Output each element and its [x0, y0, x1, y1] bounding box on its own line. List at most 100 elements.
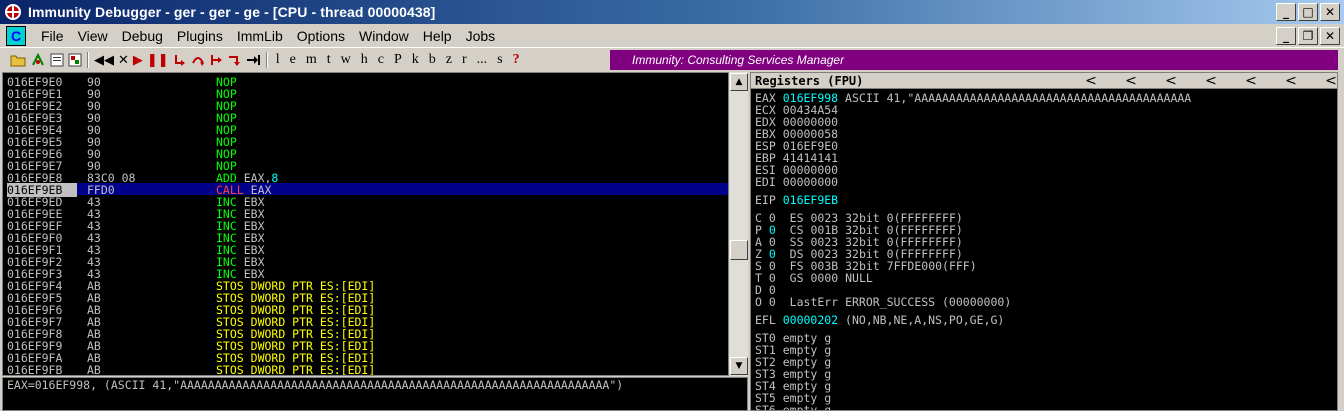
toolbar-breakpoints-button[interactable]: b [424, 52, 441, 68]
close-process-icon[interactable]: ✕ [116, 51, 131, 69]
restart-icon[interactable] [28, 51, 48, 69]
scroll-down-icon[interactable]: ▼ [730, 357, 748, 375]
menu-immlib[interactable]: ImmLib [230, 28, 290, 44]
disasm-row[interactable]: 016EF9E2 90 NOP [7, 99, 729, 113]
close-button[interactable]: ✕ [1320, 3, 1340, 21]
disasm-row[interactable]: 016EF9EB FFD0 CALL EAX [7, 183, 729, 197]
disasm-row[interactable]: 016EF9F9 AB STOS DWORD PTR ES:[EDI] [7, 339, 729, 353]
info-scrollbar[interactable] [3, 400, 747, 410]
disasm-row[interactable]: 016EF9F4 AB STOS DWORD PTR ES:[EDI] [7, 279, 729, 293]
cpu-window-icon[interactable]: C [6, 25, 26, 46]
consulting-services-banner[interactable]: Immunity: Consulting Services Manager [610, 50, 1338, 70]
toolbar-windows-button[interactable]: w [336, 52, 356, 68]
register-row[interactable]: ESP 016EF9E0 [755, 139, 838, 153]
disasm-row[interactable]: 016EF9F8 AB STOS DWORD PTR ES:[EDI] [7, 327, 729, 341]
disasm-row[interactable]: 016EF9F2 43 INC EBX [7, 255, 729, 269]
disasm-row[interactable]: 016EF9EF 43 INC EBX [7, 219, 729, 233]
menu-view[interactable]: View [71, 28, 115, 44]
disasm-row[interactable]: 016EF9E7 90 NOP [7, 159, 729, 173]
disasm-row[interactable]: 016EF9F7 AB STOS DWORD PTR ES:[EDI] [7, 315, 729, 329]
toolbar-threads-button[interactable]: t [322, 52, 336, 68]
toolbar-log-button[interactable]: l [271, 52, 285, 68]
menu-plugins[interactable]: Plugins [170, 28, 230, 44]
disasm-row[interactable]: 016EF9E8 83C0 08 ADD EAX,8 [7, 171, 729, 185]
disasm-row[interactable]: 016EF9E4 90 NOP [7, 123, 729, 137]
disassembly-pane[interactable]: 016EF9E0 90 NOP 016EF9E1 90 NOP 016EF9E2 90 NO… [2, 72, 748, 376]
register-row[interactable]: EDI 00000000 [755, 175, 838, 189]
child-restore-button[interactable]: ❐ [1298, 27, 1318, 45]
register-row[interactable]: P 0 CS 001B 32bit 0(FFFFFFFF) [755, 223, 963, 237]
toolbar-z-button[interactable]: z [441, 52, 457, 68]
disasm-row[interactable]: 016EF9F5 AB STOS DWORD PTR ES:[EDI] [7, 291, 729, 305]
disasm-row[interactable]: 016EF9F6 AB STOS DWORD PTR ES:[EDI] [7, 303, 729, 317]
modules-window-icon[interactable] [66, 51, 84, 69]
title-bar[interactable]: Immunity Debugger - ger - ger - ge - [CP… [0, 0, 1344, 24]
disasm-row[interactable]: 016EF9E3 90 NOP [7, 111, 729, 125]
toolbar-patches-button[interactable]: P [389, 52, 407, 68]
register-row[interactable]: ST6 empty g [755, 403, 831, 410]
menu-window[interactable]: Window [352, 28, 416, 44]
toolbar-handles-button[interactable]: h [356, 52, 373, 68]
disasm-row[interactable]: 016EF9E1 90 NOP [7, 87, 729, 101]
log-window-icon[interactable] [48, 51, 66, 69]
menu-file[interactable]: File [34, 28, 71, 44]
menu-help[interactable]: Help [416, 28, 459, 44]
register-row[interactable]: ST2 empty g [755, 355, 831, 369]
open-folder-icon[interactable] [8, 51, 28, 69]
register-row[interactable]: O 0 LastErr ERROR_SUCCESS (00000000) [755, 295, 1011, 309]
register-row[interactable]: S 0 FS 003B 32bit 7FFDE000(FFF) [755, 259, 977, 273]
immunity-app-icon[interactable] [4, 3, 22, 21]
registers-pane[interactable]: Registers (FPU) < < < < < < < EAX 016EF998 ASC… [750, 72, 1338, 411]
minimize-button[interactable]: _ [1276, 3, 1296, 21]
register-row[interactable]: D 0 [755, 283, 776, 297]
disasm-row[interactable]: 016EF9ED 43 INC EBX [7, 195, 729, 209]
register-row[interactable]: ESI 00000000 [755, 163, 838, 177]
register-row[interactable]: ST3 empty g [755, 367, 831, 381]
disasm-row[interactable]: 016EF9F1 43 INC EBX [7, 243, 729, 257]
disasm-row[interactable]: 016EF9E6 90 NOP [7, 147, 729, 161]
disasm-row[interactable]: 016EF9F3 43 INC EBX [7, 267, 729, 281]
scroll-left-arrow-icon[interactable]: < [1271, 73, 1311, 89]
register-row[interactable]: EFL 00000202 (NO,NB,NE,A,NS,PO,GE,G) [755, 313, 1004, 327]
disasm-row[interactable]: 016EF9E0 90 NOP [7, 75, 729, 89]
trace-into-icon[interactable] [207, 51, 225, 69]
menu-jobs[interactable]: Jobs [459, 28, 503, 44]
register-row[interactable]: T 0 GS 0000 NULL [755, 271, 873, 285]
toolbar-references-button[interactable]: r [457, 52, 472, 68]
disasm-row[interactable]: 016EF9F0 43 INC EBX [7, 231, 729, 245]
step-over-icon[interactable] [189, 51, 207, 69]
toolbar-cpu-button[interactable]: c [373, 52, 389, 68]
register-row[interactable]: Z 0 DS 0023 32bit 0(FFFFFFFF) [755, 247, 963, 261]
pause-icon[interactable]: ❚❚ [145, 51, 171, 69]
register-row[interactable]: EBP 41414141 [755, 151, 838, 165]
maximize-button[interactable]: □ [1298, 3, 1318, 21]
toolbar-source-button[interactable]: s [492, 52, 507, 68]
register-row[interactable]: ST4 empty g [755, 379, 831, 393]
menu-debug[interactable]: Debug [115, 28, 170, 44]
scroll-thumb[interactable] [730, 240, 748, 260]
scroll-left-arrow-icon[interactable]: < [1191, 73, 1231, 89]
child-close-button[interactable]: ✕ [1320, 27, 1340, 45]
disasm-row[interactable]: 016EF9E5 90 NOP [7, 135, 729, 149]
register-row[interactable]: EAX 016EF998 ASCII 41,"AAAAAAAAAAAAAAAAA… [755, 91, 1191, 105]
register-row[interactable]: EBX 00000058 [755, 127, 838, 141]
step-into-icon[interactable] [171, 51, 189, 69]
child-minimize-button[interactable]: _ [1276, 27, 1296, 45]
scroll-left-arrow-icon[interactable]: < [1071, 73, 1111, 89]
execute-till-return-icon[interactable] [243, 51, 263, 69]
trace-over-icon[interactable] [225, 51, 243, 69]
register-row[interactable]: A 0 SS 0023 32bit 0(FFFFFFFF) [755, 235, 963, 249]
register-row[interactable]: C 0 ES 0023 32bit 0(FFFFFFFF) [755, 211, 963, 225]
toolbar-memory-map-button[interactable]: m [301, 52, 322, 68]
disasm-row[interactable]: 016EF9FB AB STOS DWORD PTR ES:[EDI] [7, 363, 729, 375]
registers-header[interactable]: Registers (FPU) < < < < < < < [751, 73, 1337, 89]
register-row[interactable]: ST5 empty g [755, 391, 831, 405]
register-row[interactable]: ST0 empty g [755, 331, 831, 345]
scroll-left-arrow-icon[interactable]: < [1231, 73, 1271, 89]
scroll-left-arrow-icon[interactable]: < [1111, 73, 1151, 89]
register-row[interactable]: EIP 016EF9EB [755, 193, 838, 207]
scroll-left-arrow-icon[interactable]: < [1151, 73, 1191, 89]
toolbar-call-stack-button[interactable]: k [407, 52, 424, 68]
disasm-row[interactable]: 016EF9FA AB STOS DWORD PTR ES:[EDI] [7, 351, 729, 365]
menu-options[interactable]: Options [290, 28, 352, 44]
